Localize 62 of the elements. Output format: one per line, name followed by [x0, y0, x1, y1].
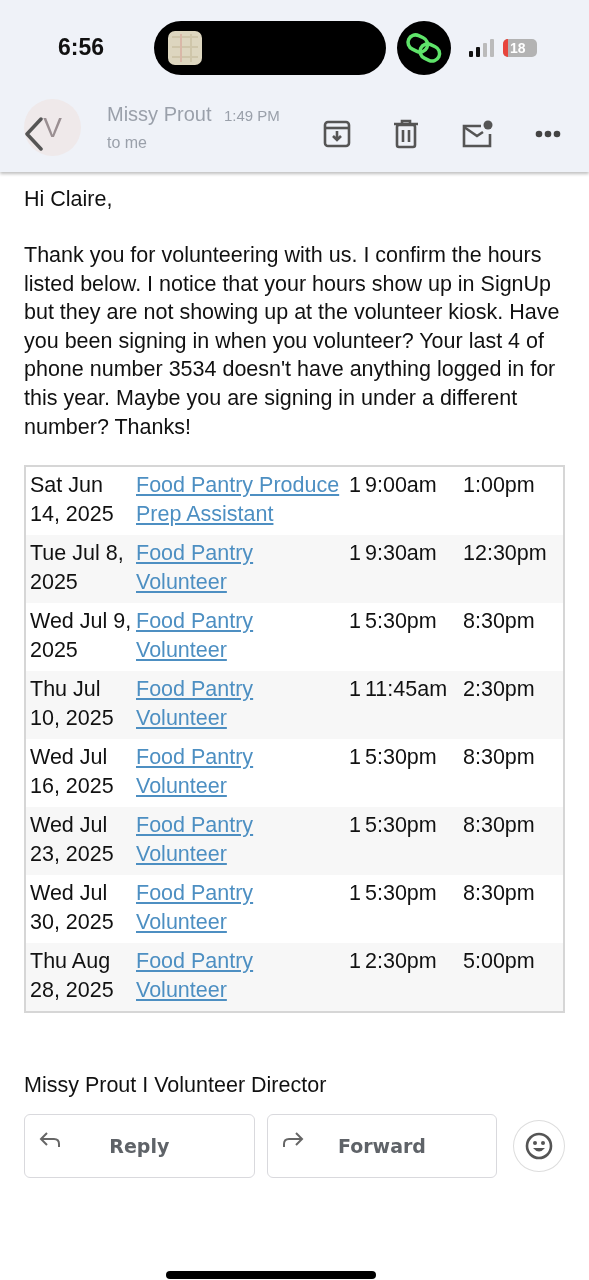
back-icon[interactable]	[24, 116, 44, 151]
mail-unread-icon[interactable]	[461, 119, 493, 148]
end-time-cell-text: 8:30pm	[463, 608, 536, 636]
sender-avatar: V	[24, 99, 81, 156]
reply-button[interactable]: Reply	[24, 1114, 255, 1179]
end-time-cell-text: 8:30pm	[463, 812, 536, 840]
role-link[interactable]: Food Pantry Produce Prep Assistant	[136, 471, 347, 530]
role-link[interactable]: Food Pantry Volunteer	[136, 539, 347, 598]
sender-name: Missy Prout	[107, 103, 212, 125]
forward-button[interactable]: Forward	[266, 1114, 498, 1179]
date-cell-text: Thu Jul 10, 2025	[30, 676, 115, 733]
start-time-cell-text: 5:30pm	[365, 812, 438, 840]
smiley-icon	[525, 1132, 554, 1161]
date-cell-text: Tue Jul 8, 2025	[30, 540, 125, 597]
end-time-cell-text: 8:30pm	[463, 744, 536, 772]
end-time-cell-text: 5:00pm	[463, 948, 536, 976]
sent-time: 1:49 PM	[223, 107, 280, 124]
count-cell-text: 1	[348, 948, 362, 976]
date-cell-text: Thu Aug 28, 2025	[30, 948, 115, 1005]
end-time-cell-text: 8:30pm	[463, 880, 536, 908]
start-time-cell-text: 5:30pm	[365, 744, 438, 772]
end-time-cell-text: 2:30pm	[463, 676, 536, 704]
count-cell-text: 1	[348, 880, 362, 908]
count-cell-text: 1	[348, 744, 362, 772]
archive-icon[interactable]	[323, 119, 351, 148]
role-link[interactable]: Food Pantry Volunteer	[136, 811, 347, 870]
emoji-reaction-button[interactable]	[513, 1120, 565, 1173]
start-time-cell-text: 2:30pm	[365, 948, 438, 976]
date-cell-text: Wed Jul 16, 2025	[30, 744, 115, 801]
status-time: 6:56	[58, 34, 106, 61]
role-link[interactable]: Food Pantry Volunteer	[136, 743, 347, 802]
count-cell-text: 1	[348, 472, 362, 500]
start-time-cell-text: 11:45am	[365, 676, 449, 704]
recipient-label: to me	[107, 134, 147, 152]
start-time-cell-text: 9:30am	[365, 540, 438, 568]
end-time-cell-text: 12:30pm	[463, 540, 548, 568]
date-cell-text: Wed Jul 23, 2025	[30, 812, 115, 869]
role-link[interactable]: Food Pantry Volunteer	[136, 675, 347, 734]
count-cell-text: 1	[348, 812, 362, 840]
role-link[interactable]: Food Pantry Volunteer	[136, 607, 347, 666]
role-link[interactable]: Food Pantry Volunteer	[136, 947, 347, 1006]
battery-icon: 18	[503, 38, 537, 57]
reply-arrow-icon	[39, 1131, 61, 1150]
start-time-cell-text: 5:30pm	[365, 608, 438, 636]
count-cell-text: 1	[348, 608, 362, 636]
end-time-cell-text: 1:00pm	[463, 472, 536, 500]
role-link[interactable]: Food Pantry Volunteer	[136, 879, 347, 938]
message-paragraph: Thank you for volunteering with us. I confirm the hours listed below. I notice that your hours show up in SignUp but they are not showing up at the volunteer kiosk. Have you been signing in when you volunteer? Your last 4 of phone number 3534 doesn't have anything logged in for this year. Maybe you are signing in under a different number? Thanks!	[24, 242, 561, 441]
greeting-text: Hi Claire,	[24, 186, 114, 213]
start-time-cell-text: 9:00am	[365, 472, 438, 500]
more-icon[interactable]	[535, 129, 561, 138]
count-cell-text: 1	[348, 540, 362, 568]
count-cell-text: 1	[348, 676, 362, 704]
signal-icon	[469, 38, 497, 57]
start-time-cell-text: 5:30pm	[365, 880, 438, 908]
link-icon	[397, 20, 451, 75]
date-cell-text: Wed Jul 9, 2025	[30, 608, 133, 665]
delete-icon[interactable]	[393, 118, 419, 149]
signature-text: Missy Prout I Volunteer Director	[24, 1073, 328, 1099]
forward-arrow-icon	[281, 1131, 304, 1150]
date-cell-text: Wed Jul 30, 2025	[30, 880, 115, 937]
date-cell-text: Sat Jun 14, 2025	[30, 472, 115, 529]
